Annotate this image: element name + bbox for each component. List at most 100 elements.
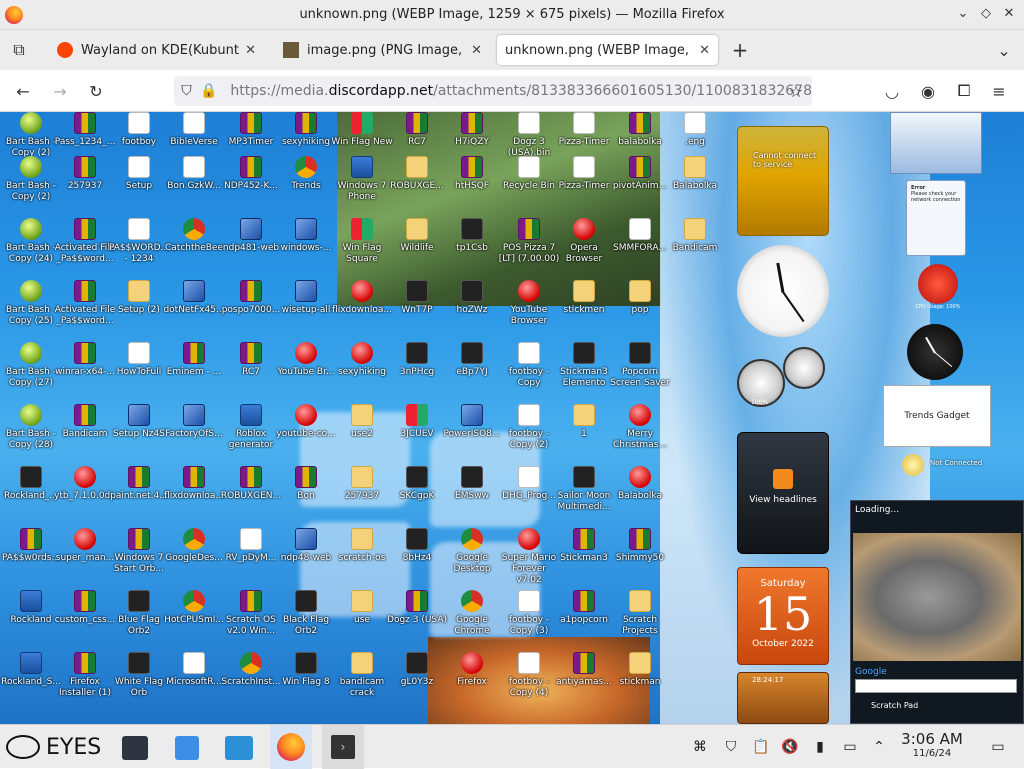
desktop-icon[interactable]: RV_pDyM... xyxy=(220,528,282,564)
file-manager-icon[interactable] xyxy=(222,731,256,765)
desktop-icon[interactable]: Blue Flag Orb2 xyxy=(108,590,170,637)
desktop-icon[interactable]: ROBUXGE... xyxy=(386,156,448,192)
desktop-icon[interactable]: DHG_Prog... xyxy=(498,466,560,502)
desktop-icon[interactable]: Scratch OS v2.0 Win... xyxy=(220,590,282,637)
pocket-icon[interactable]: ◡ xyxy=(881,80,903,102)
desktop-icon[interactable]: Win Flag 8 xyxy=(275,652,337,688)
desktop-icon[interactable]: pivotAnim... xyxy=(609,156,671,192)
desktop-icon[interactable]: Opera Browser xyxy=(553,218,615,265)
feed-headlines-gadget[interactable]: View headlines xyxy=(737,432,829,554)
desktop-icon[interactable]: Bart Bash - Copy (2) xyxy=(0,156,62,203)
desktop-icon[interactable]: H7iQZY xyxy=(441,112,503,148)
desktop-icon[interactable]: Activated File _Pa$$word... xyxy=(54,280,116,327)
desktop-icon[interactable]: Activated File _Pa$$word... xyxy=(54,218,116,265)
tab-overview-icon[interactable]: ⧉ xyxy=(8,39,30,61)
bookmark-star-icon[interactable]: ☆ xyxy=(785,80,807,102)
connect-icon[interactable]: ⌘ xyxy=(690,737,710,757)
desktop-icon[interactable]: gL0Y3z xyxy=(386,652,448,688)
tab-unknown-png[interactable]: unknown.png (WEBP Image, ✕ xyxy=(497,35,718,65)
desktop-icon[interactable]: sexyhiking xyxy=(331,342,393,378)
desktop-icon[interactable]: hoZWz xyxy=(441,280,503,316)
desktop-icon[interactable]: PA$$WORD... - 1234 xyxy=(108,218,170,265)
desktop-icon[interactable]: ndp48-web xyxy=(275,528,337,564)
desktop-icon[interactable]: footboy - Copy xyxy=(498,342,560,389)
desktop-icon[interactable]: pop xyxy=(609,280,671,316)
desktop-icon[interactable]: HowToFull xyxy=(108,342,170,378)
desktop-icon[interactable]: Wildlife xyxy=(386,218,448,254)
desktop-icon[interactable]: Bandicam xyxy=(664,218,726,254)
desktop-icon[interactable]: Pizza-Timer xyxy=(553,156,615,192)
desktop-icon[interactable]: footboy - Copy (2) xyxy=(498,404,560,451)
desktop-icon[interactable]: Bart Bash - Copy (24) xyxy=(0,218,62,265)
desktop-icon[interactable]: Eminem - ... xyxy=(163,342,225,378)
lock-icon[interactable]: 🔒 xyxy=(199,83,218,99)
desktop-icon[interactable]: EMSww xyxy=(441,466,503,502)
settings-icon[interactable] xyxy=(118,731,152,765)
clipboard-icon[interactable]: 📋 xyxy=(751,737,771,757)
desktop-icon[interactable]: Rockland_... xyxy=(0,466,62,502)
desktop-icon[interactable]: ndp481-web xyxy=(220,218,282,254)
account-icon[interactable]: ◉ xyxy=(917,80,939,102)
desktop-icon[interactable]: Balabolka xyxy=(664,156,726,192)
desktop-icon[interactable]: CatchtheBee xyxy=(163,218,225,254)
desktop-icon[interactable]: FactoryOfS... xyxy=(163,404,225,440)
desktop-icon[interactable]: Dogz 3 (USA).bin xyxy=(498,112,560,159)
desktop-icon[interactable]: dotNetFx45... xyxy=(163,280,225,316)
desktop-icon[interactable]: winrar-x64-... xyxy=(54,342,116,378)
desktop-icon[interactable]: bandicam crack xyxy=(331,652,393,699)
new-tab-icon[interactable]: + xyxy=(729,38,751,62)
desktop-icon[interactable]: Firefox Installer (1) xyxy=(54,652,116,699)
desktop-icon[interactable]: footboy - Copy (4) xyxy=(498,652,560,699)
desktop-icon[interactable]: Firefox xyxy=(441,652,503,688)
tab-wayland[interactable]: Wayland on KDE(Kubuntu ✕ xyxy=(49,35,264,65)
tab-close-icon[interactable]: ✕ xyxy=(471,43,482,58)
desktop-icon[interactable]: Google Chrome xyxy=(441,590,503,637)
url-bar[interactable]: ⛉ 🔒 https://media. discordapp.net/attachm… xyxy=(174,76,812,106)
desktop-icon[interactable]: MP3Timer xyxy=(220,112,282,148)
desktop-icon[interactable]: sexyhiking xyxy=(275,112,337,148)
desktop-icon[interactable]: htHSQF xyxy=(441,156,503,192)
desktop-icon[interactable]: Bandicam xyxy=(54,404,116,440)
maximize-icon[interactable]: ◇ xyxy=(978,6,994,22)
back-icon[interactable]: ← xyxy=(12,80,34,102)
search-input[interactable] xyxy=(855,679,1017,693)
desktop-icon[interactable]: Dogz 3 (USA) xyxy=(386,590,448,626)
desktop-icon[interactable]: Shimmy50 xyxy=(609,528,671,564)
desktop-icon[interactable]: paint.net.4... xyxy=(108,466,170,502)
list-tabs-chevron-down-icon[interactable]: ⌄ xyxy=(993,39,1015,61)
desktop-icon[interactable]: use xyxy=(331,590,393,626)
tray-expand-chevron-up-icon[interactable]: ⌃ xyxy=(869,737,889,757)
terminal-taskbar-icon[interactable]: › xyxy=(322,725,364,769)
desktop-icon[interactable]: use2 xyxy=(331,404,393,440)
desktop-icon[interactable]: Google Desktop xyxy=(441,528,503,575)
tab-close-icon[interactable]: ✕ xyxy=(245,43,256,58)
desktop-icon[interactable]: Stickman3 Elemento xyxy=(553,342,615,389)
desktop-icon[interactable]: Win Flag Square xyxy=(331,218,393,265)
desktop-icon[interactable]: 257937 xyxy=(54,156,116,192)
desktop-icon[interactable]: Sailor Moon Multimedi... xyxy=(553,466,615,513)
desktop-icon[interactable]: Merry Christmas... xyxy=(609,404,671,451)
tab-close-icon[interactable]: ✕ xyxy=(699,43,710,58)
desktop-icon[interactable]: eBp7YJ xyxy=(441,342,503,378)
desktop-icon[interactable]: MicrosoftR... xyxy=(163,652,225,688)
battery-icon[interactable]: ▮ xyxy=(810,737,830,757)
desktop-icon[interactable]: 3nPHcg xyxy=(386,342,448,378)
desktop-icon[interactable]: PowerISO8... xyxy=(441,404,503,440)
firefox-taskbar-icon[interactable] xyxy=(270,725,312,769)
desktop-icon[interactable]: Scratch Projects xyxy=(609,590,671,637)
desktop-icon[interactable]: YouTube Br... xyxy=(275,342,337,378)
network-icon[interactable]: ▭ xyxy=(840,737,860,757)
desktop-icon[interactable]: Setup (2) xyxy=(108,280,170,316)
desktop-icon[interactable]: Pizza-Timer xyxy=(553,112,615,148)
reload-icon[interactable]: ↻ xyxy=(85,80,107,102)
desktop-icon[interactable]: pospo7000... xyxy=(220,280,282,316)
desktop-icon[interactable]: Rockland xyxy=(0,590,62,626)
desktop-icon[interactable]: footboy - Copy (3) xyxy=(498,590,560,637)
desktop-icon[interactable]: RC7 xyxy=(220,342,282,378)
desktop-icon[interactable]: footboy xyxy=(108,112,170,148)
minimize-icon[interactable]: ⌄ xyxy=(955,6,971,22)
desktop-icon[interactable]: Trends xyxy=(275,156,337,192)
desktop-icon[interactable]: 257937 xyxy=(331,466,393,502)
desktop-icon[interactable]: flixdownloa... xyxy=(331,280,393,316)
tab-image-png[interactable]: image.png (PNG Image, 8( ✕ xyxy=(275,35,490,65)
